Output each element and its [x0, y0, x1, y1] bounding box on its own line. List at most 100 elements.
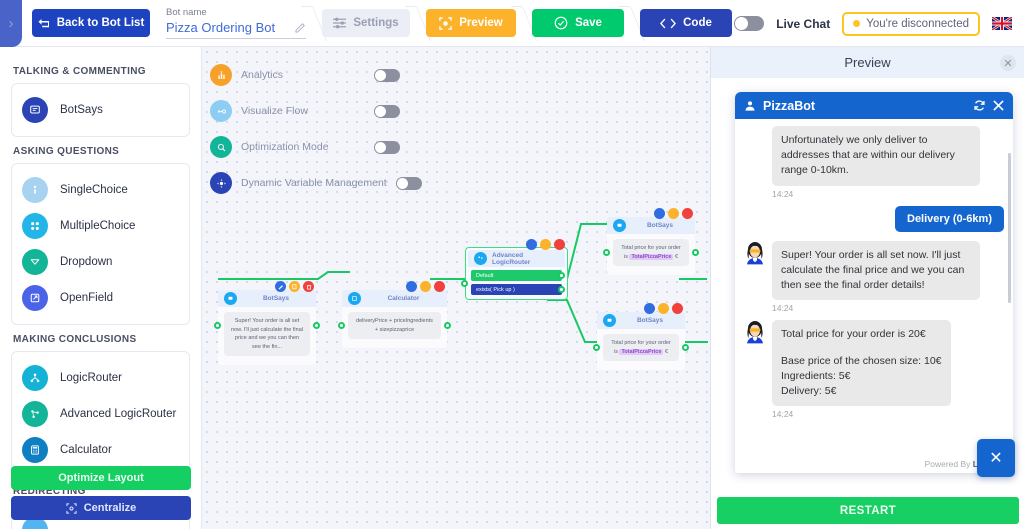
node-output-port[interactable]	[692, 249, 699, 256]
pencil-icon[interactable]	[295, 22, 306, 33]
chat-box-icon	[22, 97, 48, 123]
pencil-icon[interactable]	[654, 208, 665, 219]
back-to-bot-list-label: Back to Bot List	[57, 17, 145, 29]
pencil-icon[interactable]	[526, 239, 537, 250]
settings-label: Settings	[353, 17, 398, 29]
copy-icon[interactable]	[668, 208, 679, 219]
sidebar-item-dropdown[interactable]: Dropdown	[22, 244, 179, 280]
router-option-pickup[interactable]: exists( Pick up )	[471, 284, 562, 295]
flow-canvas[interactable]: Analytics Visualize Flow Optimization Mo…	[202, 47, 710, 529]
router-option-label: exists( Pick up )	[476, 287, 515, 293]
sidebar-item-advanced-logicrouter[interactable]: Advanced LogicRouter	[22, 396, 179, 432]
chat-box-icon	[603, 314, 616, 327]
dropdown-icon	[22, 249, 48, 275]
sidebar-item-label: OpenField	[60, 292, 113, 304]
chat-message-bot: Unfortunately we only deliver to address…	[744, 126, 1004, 186]
pencil-icon[interactable]	[406, 281, 417, 292]
centralize-button[interactable]: Centralize	[11, 496, 191, 520]
settings-button[interactable]: Settings	[322, 9, 410, 37]
node-advanced-logicrouter[interactable]: Advanced LogicRouter Default exists( Pic…	[465, 247, 568, 300]
chat-bubble-price-breakdown: Total price for your order is 20€ Base p…	[772, 320, 951, 406]
node-input-port[interactable]	[603, 249, 610, 256]
top-toolbar: › Back to Bot List Bot name Pizza Orderi…	[0, 0, 1024, 47]
node-message-text: Super! Your order is all set now. I'll j…	[224, 312, 310, 356]
code-button[interactable]: Code	[640, 9, 732, 37]
router-option-default[interactable]: Default	[471, 270, 562, 281]
restart-label: RESTART	[840, 505, 896, 517]
node-botsays-1[interactable]: BotSays Super! Your order is all set now…	[218, 290, 316, 365]
sidebar-item-multiplechoice[interactable]: MultipleChoice	[22, 208, 179, 244]
pencil-icon[interactable]	[644, 303, 655, 314]
preview-button[interactable]: Preview	[426, 9, 516, 37]
trash-icon[interactable]	[682, 208, 693, 219]
blocks-sidebar: TALKING & COMMENTING BotSays ASKING QUES…	[0, 47, 202, 529]
sidebar-bottom-actions: Optimize Layout Centralize	[11, 466, 191, 520]
node-header: BotSays	[218, 290, 316, 307]
trash-icon[interactable]	[303, 281, 314, 292]
toolbar-right-group: Live Chat You're disconnected	[734, 0, 1012, 47]
node-botsays-3[interactable]: BotSays Total price for your order is To…	[597, 312, 685, 370]
close-icon[interactable]	[993, 100, 1004, 111]
copy-icon[interactable]	[420, 281, 431, 292]
sidebar-item-calculator[interactable]: Calculator	[22, 432, 179, 468]
node-output-port[interactable]	[313, 322, 320, 329]
chat-bubble-text: Super! Your order is all set now. I'll j…	[772, 241, 980, 301]
node-input-port[interactable]	[214, 322, 221, 329]
sidebar-collapse-toggle[interactable]: ›	[0, 0, 22, 47]
optimize-layout-button[interactable]: Optimize Layout	[11, 466, 191, 490]
bot-name-label: Bot name	[166, 7, 306, 18]
sidebar-item-label: LogicRouter	[60, 372, 122, 384]
node-title: Advanced LogicRouter	[492, 252, 559, 266]
sliders-icon	[333, 17, 346, 29]
close-chat-fab[interactable]: ✕	[977, 439, 1015, 477]
refresh-icon[interactable]	[973, 99, 986, 112]
node-title: BotSays	[242, 295, 310, 302]
node-input-port[interactable]	[461, 280, 468, 287]
node-calculator[interactable]: Calculator deliveryPrice + priceIngredie…	[342, 290, 447, 348]
bot-name-value[interactable]: Pizza Ordering Bot	[166, 20, 275, 35]
trash-icon[interactable]	[434, 281, 445, 292]
node-botsays-2[interactable]: BotSays Total price for your order is To…	[607, 217, 695, 275]
sidebar-item-openfield[interactable]: OpenField	[22, 280, 179, 316]
sidebar-item-singlechoice[interactable]: SingleChoice	[22, 172, 179, 208]
calculator-icon	[22, 437, 48, 463]
chat-timestamp: 14:24	[772, 189, 1004, 199]
avatar	[744, 126, 766, 152]
node-input-port[interactable]	[338, 322, 345, 329]
uk-flag-icon[interactable]	[992, 17, 1012, 30]
save-button[interactable]: Save	[532, 9, 624, 37]
restart-button[interactable]: RESTART	[717, 497, 1019, 524]
copy-icon[interactable]	[658, 303, 669, 314]
trash-icon[interactable]	[672, 303, 683, 314]
toolbar-separator	[410, 0, 426, 47]
close-icon[interactable]: ✕	[1000, 55, 1016, 71]
price-ingredients-line: Ingredients: 5€	[781, 369, 942, 384]
node-input-port[interactable]	[593, 344, 600, 351]
router-option-port[interactable]	[558, 272, 565, 279]
live-chat-toggle[interactable]	[734, 16, 764, 31]
bot-name-field[interactable]: Bot name Pizza Ordering Bot	[166, 7, 306, 39]
router-option-port[interactable]	[558, 286, 565, 293]
copy-icon[interactable]	[289, 281, 300, 292]
back-to-bot-list-button[interactable]: Back to Bot List	[32, 9, 150, 37]
node-output-port[interactable]	[444, 322, 451, 329]
chat-messages-area[interactable]: Unfortunately we only deliver to address…	[735, 119, 1013, 473]
sidebar-item-logicrouter[interactable]: LogicRouter	[22, 360, 179, 396]
node-actions	[644, 303, 683, 314]
pencil-icon[interactable]	[275, 281, 286, 292]
copy-icon[interactable]	[540, 239, 551, 250]
connection-status-badge[interactable]: You're disconnected	[842, 12, 980, 36]
chat-scrollbar[interactable]	[1008, 153, 1011, 303]
node-actions	[526, 239, 565, 250]
chat-bubble-user-text[interactable]: Delivery (0-6km)	[895, 206, 1004, 232]
sidebar-item-botsays[interactable]: BotSays	[22, 92, 179, 128]
node-header: Advanced LogicRouter	[468, 250, 565, 267]
check-circle-icon	[554, 16, 568, 30]
preview-frame-icon	[439, 17, 452, 30]
chat-message-user: Delivery (0-6km)	[744, 206, 1004, 232]
live-chat-label: Live Chat	[776, 17, 830, 31]
node-output-port[interactable]	[682, 344, 689, 351]
category-title-asking: ASKING QUESTIONS	[13, 146, 190, 157]
trash-icon[interactable]	[554, 239, 565, 250]
arrow-left-icon	[38, 18, 50, 29]
